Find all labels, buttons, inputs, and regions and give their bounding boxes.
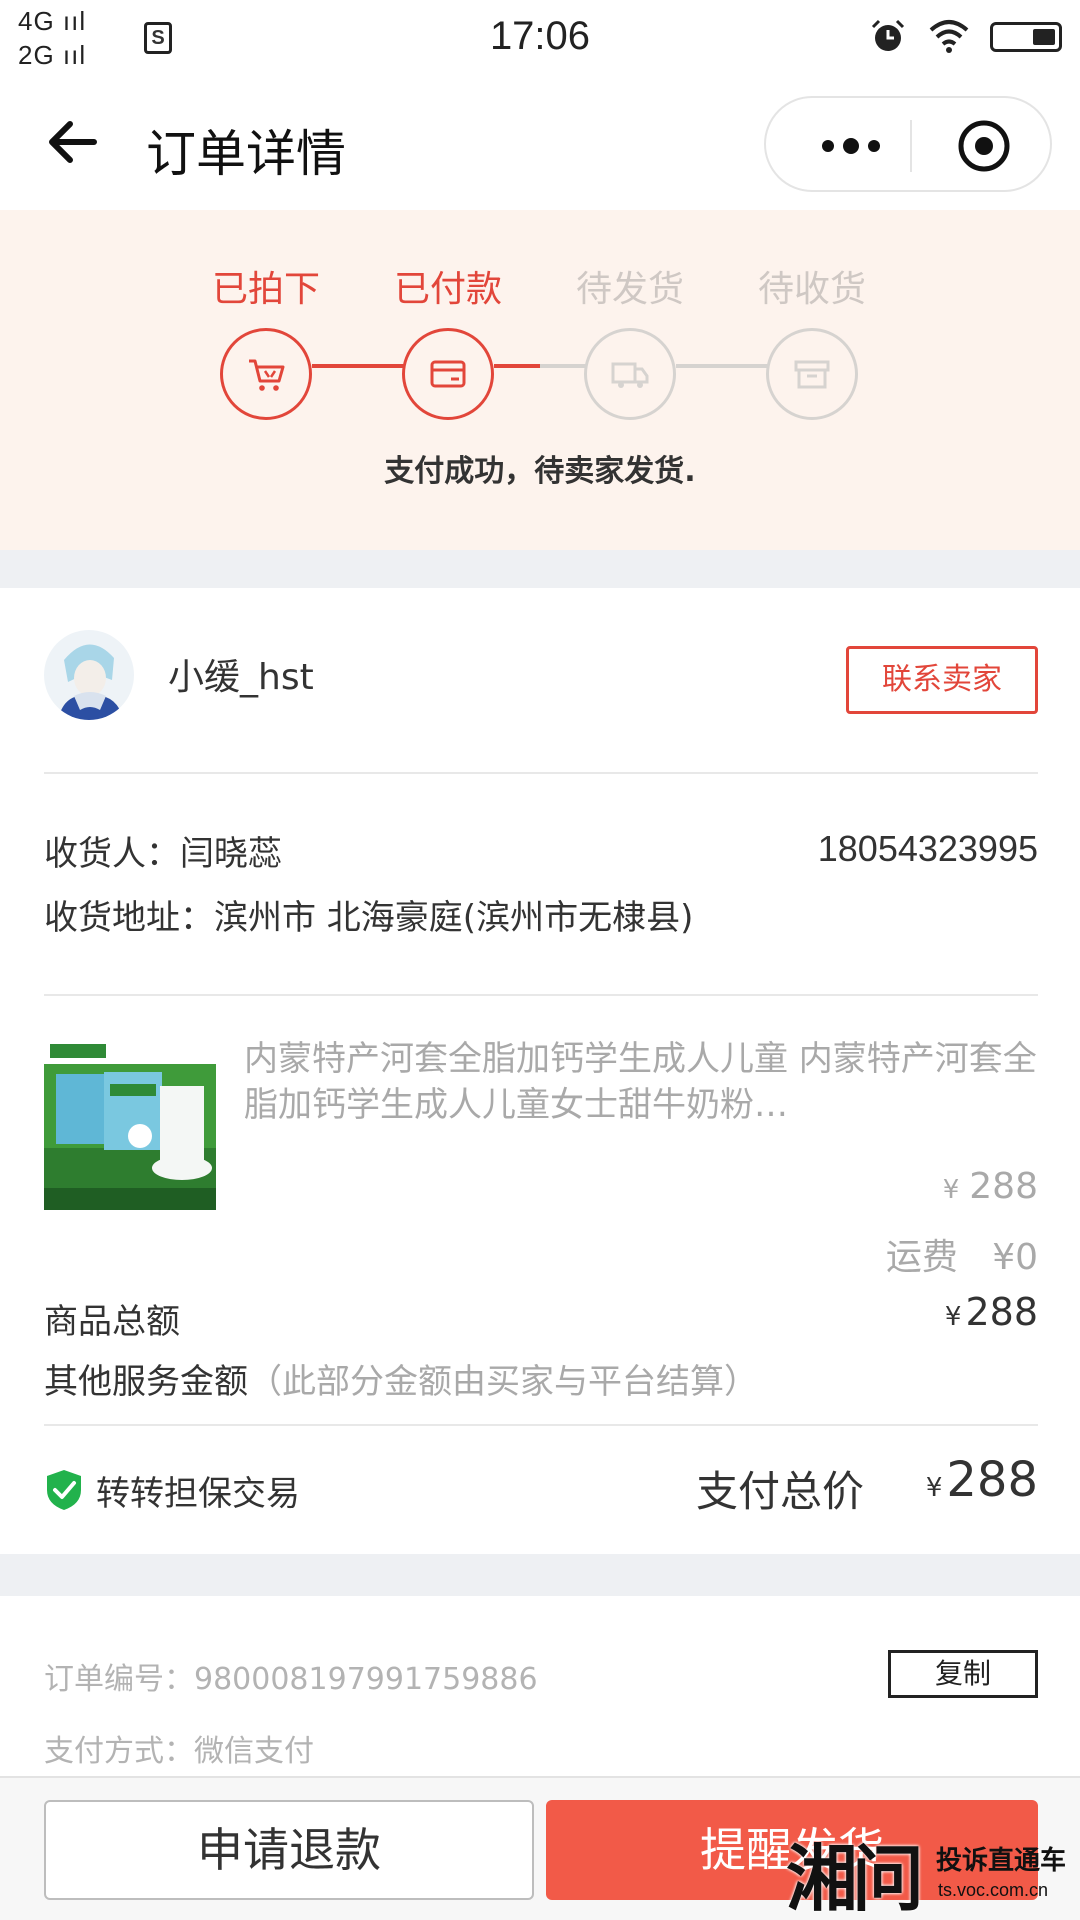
more-dots-icon[interactable]	[806, 126, 896, 166]
progress-line-current	[494, 364, 540, 368]
seller-name: 小缓_hst	[168, 657, 314, 698]
goods-total-label: 商品总额	[44, 1302, 180, 1342]
status-bar: 4G ııl 2G ııl S 17:06	[0, 0, 1080, 80]
watermark-title: 投诉直通车	[936, 1846, 1067, 1876]
wifi-icon	[929, 20, 969, 53]
page-title: 订单详情	[146, 125, 346, 183]
box-icon	[794, 360, 830, 389]
divider	[44, 994, 1038, 996]
back-arrow-icon[interactable]	[44, 114, 100, 170]
capsule-divider	[910, 120, 912, 172]
watermark-url: ts.voc.com.cn	[938, 1880, 1049, 1900]
step-label-awaiting-shipment: 待发货	[575, 269, 684, 310]
progress-line-done	[312, 364, 406, 368]
watermark-logo: 湘问 投诉直通车 ts.voc.com.cn	[786, 1818, 1076, 1920]
request-refund-button[interactable]: 申请退款	[44, 1800, 534, 1900]
step-awaiting-receipt	[766, 328, 858, 420]
step-label-awaiting-receipt: 待收货	[757, 269, 866, 310]
progress-line-pending	[540, 364, 588, 368]
target-icon[interactable]	[956, 118, 1012, 174]
progress-status-message: 支付成功，待卖家发货.	[384, 454, 696, 489]
avatar-image	[44, 630, 134, 720]
goods-total-value: ¥288	[944, 1290, 1038, 1334]
step-awaiting-shipment	[584, 328, 676, 420]
divider	[44, 1424, 1038, 1426]
total-label: 支付总价	[696, 1467, 865, 1516]
order-info-card: 小缓_hst 联系卖家 收货人：闫晓蕊 18054323995 收货地址：滨州市…	[0, 588, 1080, 1554]
product-image[interactable]	[44, 1038, 216, 1210]
milk-powder-product-icon	[44, 1038, 216, 1210]
step-paid	[402, 328, 494, 420]
cart-icon	[249, 359, 285, 391]
product-price: ¥288	[942, 1166, 1038, 1207]
alarm-icon	[871, 19, 905, 51]
step-ordered	[220, 328, 312, 420]
copy-button[interactable]: 复制	[888, 1650, 1038, 1698]
status-time: 17:06	[489, 14, 591, 58]
order-number: 订单编号：980008197991759886	[44, 1662, 538, 1697]
divider	[44, 772, 1038, 774]
receiver-phone: 18054323995	[817, 828, 1038, 869]
truck-icon	[611, 362, 649, 388]
order-meta-card: 订单编号：980008197991759886 复制 支付方式：微信支付	[0, 1596, 1080, 1776]
other-service-note: （此部分金额由买家与平台结算）	[248, 1362, 758, 1402]
receiver-name: 收货人：闫晓蕊	[44, 834, 282, 874]
payment-method: 支付方式：微信支付	[44, 1734, 314, 1769]
contact-seller-button[interactable]: 联系卖家	[846, 646, 1038, 714]
battery-icon	[990, 22, 1062, 52]
other-service-amount: 其他服务金额（此部分金额由买家与平台结算）	[44, 1362, 758, 1402]
avatar[interactable]	[44, 630, 134, 720]
card-icon	[430, 360, 466, 388]
step-label-ordered: 已拍下	[211, 269, 320, 310]
guarantee-label: 转转担保交易	[96, 1474, 300, 1514]
watermark-glyph: 湘问	[786, 1836, 924, 1920]
nav-bar: 订单详情	[0, 80, 1080, 210]
mini-program-capsule	[764, 96, 1052, 192]
shield-check-icon	[47, 1470, 81, 1510]
shipping-fee: 运费 ¥0	[885, 1237, 1038, 1278]
total-value: ¥288	[925, 1452, 1038, 1508]
product-title[interactable]: 内蒙特产河套全脂加钙学生成人儿童 内蒙特产河套全脂加钙学生成人儿童女士甜牛奶粉…	[244, 1036, 1040, 1128]
progress-line-pending	[676, 364, 770, 368]
step-label-paid: 已付款	[393, 269, 502, 310]
order-progress: 已拍下 已付款 待发货 待收货 支付成功，待卖家发货.	[0, 210, 1080, 550]
receiver-address: 收货地址：滨州市 北海豪庭(滨州市无棣县)	[44, 898, 694, 938]
